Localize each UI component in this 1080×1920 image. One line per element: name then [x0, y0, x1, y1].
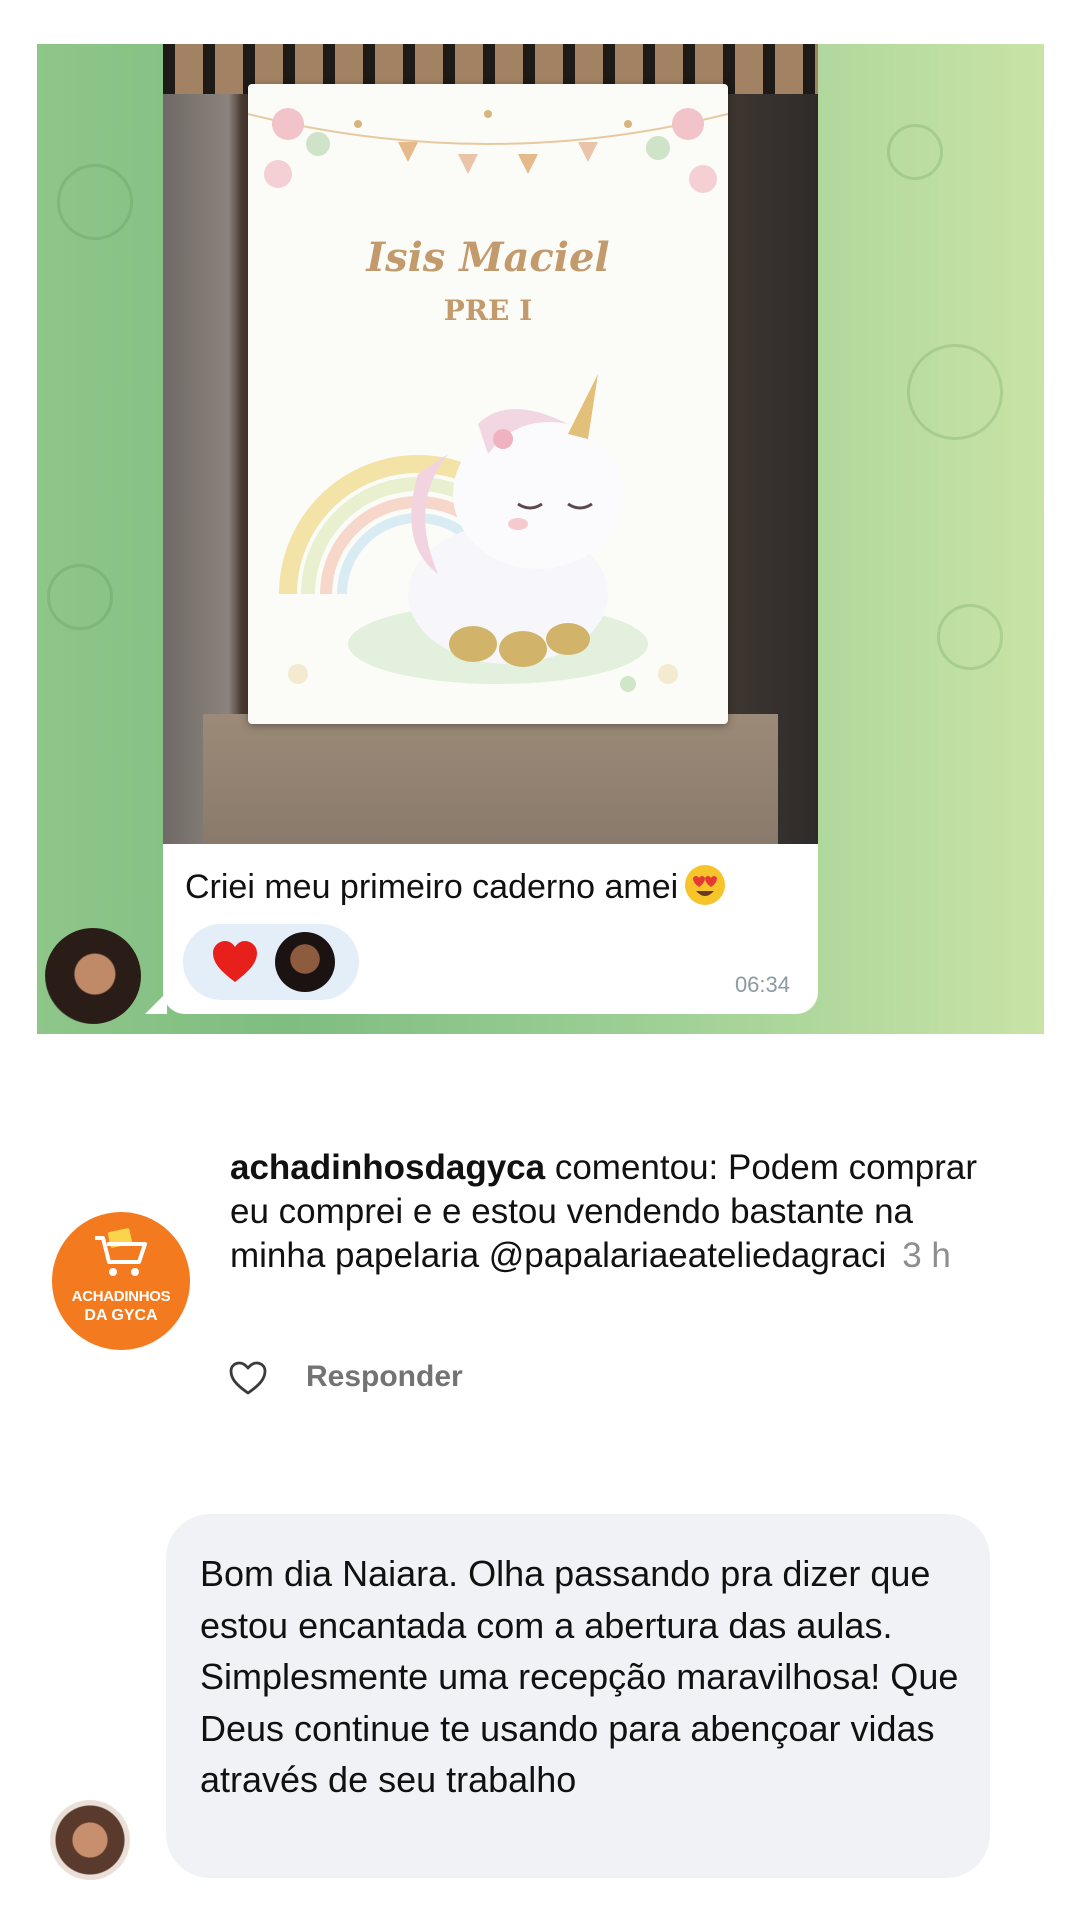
- comment-username[interactable]: achadinhosdagyca: [230, 1148, 545, 1187]
- wallpaper-doodle: [937, 604, 1003, 670]
- brand-avatar[interactable]: ACHADINHOS DA GYCA: [52, 1212, 190, 1350]
- flower-garland-illustration: [248, 108, 728, 193]
- shopping-cart-icon: [95, 1228, 147, 1276]
- sender-avatar[interactable]: [45, 928, 141, 1024]
- reaction-pill[interactable]: [183, 924, 359, 1000]
- brand-avatar-line1: ACHADINHOS: [71, 1288, 171, 1305]
- wallpaper-doodle: [887, 124, 943, 180]
- heart-emoji-icon: [213, 941, 257, 982]
- wallpaper-doodle: [57, 164, 133, 240]
- message-avatar[interactable]: [50, 1800, 130, 1880]
- heart-outline-icon[interactable]: [228, 1360, 268, 1396]
- reply-button[interactable]: Responder: [306, 1360, 463, 1394]
- chat-screenshot: Isis Maciel PRE I Criei meu primeiro cad…: [37, 44, 1044, 1034]
- comment-age: 3 h: [902, 1236, 951, 1275]
- brand-avatar-line2: DA GYCA: [84, 1307, 158, 1324]
- notebook-class: PRE I: [443, 294, 533, 327]
- message-time: 06:34: [734, 972, 790, 997]
- wallpaper-doodle: [47, 564, 113, 630]
- reactor-avatar: [275, 932, 335, 992]
- unicorn-illustration: [279, 374, 678, 692]
- message-caption: Criei meu primeiro caderno amei: [185, 864, 726, 907]
- notebook-name: Isis Maciel: [366, 234, 610, 281]
- message-bubble-gray: Bom dia Naiara. Olha passando pra dizer …: [166, 1514, 990, 1878]
- bubble-tail: [145, 992, 167, 1014]
- message-bubble: Criei meu primeiro caderno amei 06:34: [145, 844, 818, 1014]
- notebook-photo[interactable]: Isis Maciel PRE I: [163, 44, 818, 844]
- message-text: Bom dia Naiara. Olha passando pra dizer …: [200, 1553, 959, 1800]
- wallpaper-doodle: [907, 344, 1003, 440]
- notebook-cover: Isis Maciel PRE I: [248, 84, 728, 724]
- cardboard-box: [203, 714, 778, 844]
- comment-text-block: achadinhosdagyca comentou: Podem comprar…: [230, 1146, 990, 1278]
- caption-text: Criei meu primeiro caderno amei: [185, 868, 679, 906]
- heart-eyes-emoji-icon: [685, 865, 726, 905]
